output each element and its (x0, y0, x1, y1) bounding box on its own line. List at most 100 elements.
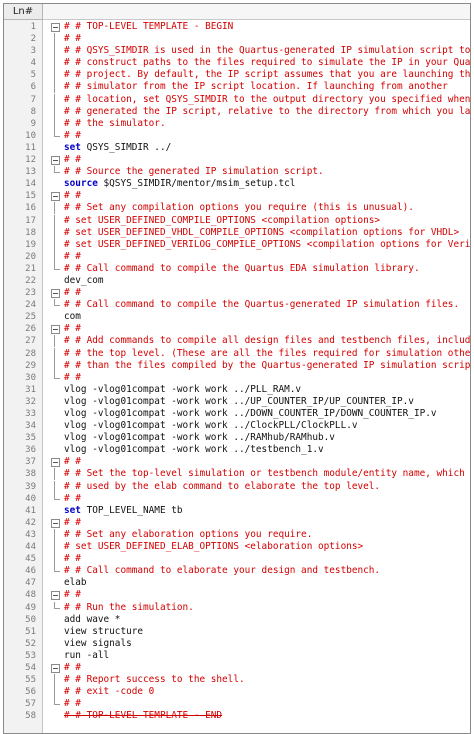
code-line[interactable]: 43 # # Set any elaboration options you re… (4, 528, 470, 541)
code-line[interactable]: 56 # # exit -code 0 (4, 686, 470, 699)
code-line[interactable]: 26 # # (4, 323, 470, 335)
fold-empty (49, 178, 61, 190)
code-line[interactable]: 39 # # used by the elab command to elabor… (4, 480, 470, 493)
code-text: # # location, set QSYS_SIMDIR to the out… (64, 93, 471, 105)
fold-line-icon (49, 686, 61, 699)
code-line[interactable]: 16 # # Set any compilation options you re… (4, 202, 470, 215)
code-text: # # generated the IP script, relative to… (64, 105, 471, 117)
code-line[interactable]: 55 # # Report success to the shell. (4, 674, 470, 687)
line-number: 51 (25, 626, 36, 637)
fold-line-icon (49, 202, 61, 215)
fold-empty (49, 614, 61, 626)
code-text: # # construct paths to the files require… (64, 57, 471, 69)
code-line[interactable]: 1 # # TOP-LEVEL TEMPLATE - BEGIN (4, 21, 470, 33)
line-number: 15 (25, 191, 36, 202)
code-line[interactable]: 52 view signals (4, 638, 470, 650)
code-line[interactable]: 10 # # (4, 129, 470, 142)
code-text: # # Report success to the shell. (64, 674, 245, 686)
code-text: # # (64, 190, 81, 202)
code-line[interactable]: 9 # # the simulator. (4, 117, 470, 130)
code-line[interactable]: 32 vlog -vlog01compat -work work ../UP_CO… (4, 396, 470, 408)
line-number: 31 (25, 384, 36, 395)
code-line[interactable]: 12 # # (4, 154, 470, 166)
code-line[interactable]: 40 # # (4, 492, 470, 505)
fold-toggle-icon[interactable] (49, 323, 61, 335)
code-line[interactable]: 41 set TOP_LEVEL_NAME tb (4, 505, 470, 517)
code-line[interactable]: 35 vlog -vlog01compat -work work ../RAMhu… (4, 432, 470, 444)
line-number: 34 (25, 421, 36, 432)
code-text: # # (64, 492, 81, 504)
fold-toggle-icon[interactable] (49, 517, 61, 529)
code-line[interactable]: 14 source $QSYS_SIMDIR/mentor/msim_setup.… (4, 178, 470, 190)
code-line[interactable]: 25 com (4, 311, 470, 323)
code-line[interactable]: 4 # # construct paths to the files requir… (4, 57, 471, 70)
fold-empty (49, 505, 61, 517)
code-text: # # (64, 516, 81, 528)
code-line[interactable]: 48 # # (4, 589, 470, 601)
fold-toggle-icon[interactable] (49, 287, 61, 299)
fold-toggle-icon[interactable] (49, 662, 61, 674)
code-line[interactable]: 51 view structure (4, 626, 470, 638)
code-line[interactable]: 27 # # Add commands to compile all design… (4, 335, 470, 348)
code-line[interactable]: 50 add wave * (4, 614, 470, 626)
code-line[interactable]: 29 # # than the files compiled by the Qua… (4, 359, 470, 372)
code-line[interactable]: 37 # # (4, 456, 470, 468)
code-line[interactable]: 17 # set USER_DEFINED_COMPILE_OPTIONS <co… (4, 214, 470, 227)
code-line[interactable]: 8 # # generated the IP script, relative t… (4, 105, 471, 118)
code-text: set QSYS_SIMDIR ../ (64, 142, 171, 154)
line-number: 42 (25, 517, 36, 528)
code-line[interactable]: 54 # # (4, 662, 470, 674)
code-line[interactable]: 46 # # Call command to elaborate your des… (4, 565, 470, 577)
code-line[interactable]: 45 # # (4, 553, 470, 566)
code-line[interactable]: 19 # set USER_DEFINED_VERILOG_COMPILE_OPT… (4, 238, 470, 251)
code-line[interactable]: 22 dev_com (4, 275, 470, 287)
code-line[interactable]: 6 # # simulator from the IP script locati… (4, 81, 470, 94)
code-line[interactable]: 5 # # project. By default, the IP script … (4, 69, 470, 82)
code-line[interactable]: 38 # # Set the top-level simulation or te… (4, 468, 470, 481)
fold-toggle-icon[interactable] (49, 589, 61, 601)
fold-toggle-icon[interactable] (49, 456, 61, 468)
code-line[interactable]: 15 # # (4, 190, 470, 202)
line-number: 28 (25, 348, 36, 359)
code-lines[interactable]: 1 # # TOP-LEVEL TEMPLATE - BEGIN 2 # # 3 # # … (4, 21, 470, 722)
fold-toggle-icon[interactable] (49, 21, 61, 33)
code-line[interactable]: 7 # # location, set QSYS_SIMDIR to the ou… (4, 93, 471, 106)
line-number: 36 (25, 445, 36, 456)
line-number: 11 (25, 142, 36, 153)
code-text: # set USER_DEFINED_ELAB_OPTIONS <elabora… (64, 541, 364, 553)
code-line[interactable]: 2 # # (4, 33, 470, 46)
line-number: 21 (25, 263, 36, 274)
code-line[interactable]: 49 # # Run the simulation. (4, 601, 470, 614)
code-line[interactable]: 21 # # Call command to compile the Quartu… (4, 262, 470, 275)
code-line[interactable]: 57 # # (4, 698, 470, 710)
code-line[interactable]: 18 # set USER_DEFINED_VHDL_COMPILE_OPTION… (4, 226, 470, 239)
code-line[interactable]: 44 # set USER_DEFINED_ELAB_OPTIONS <elabo… (4, 541, 470, 554)
code-keyword: set (64, 504, 81, 516)
code-text: # # (64, 553, 81, 565)
code-line[interactable]: 20 # # (4, 250, 470, 263)
line-number: 9 (30, 118, 36, 129)
code-line[interactable]: 3 # # QSYS_SIMDIR is used in the Quartus-… (4, 45, 470, 58)
code-line[interactable]: 36 vlog -vlog01compat -work work ../testb… (4, 444, 470, 456)
code-line[interactable]: 58 # # TOP-LEVEL TEMPLATE - END (4, 710, 470, 722)
code-line[interactable]: 31 vlog -vlog01compat -work work ../PLL_R… (4, 384, 470, 396)
code-text: vlog -vlog01compat -work work ../RAMhub/… (64, 432, 335, 444)
fold-toggle-icon[interactable] (49, 190, 61, 202)
fold-toggle-icon[interactable] (49, 154, 61, 166)
code-editor[interactable]: Ln# 1 # # TOP-LEVEL TEMPLATE - BEGIN 2 # #3… (3, 3, 471, 734)
code-line[interactable]: 30 # # (4, 371, 470, 384)
code-line[interactable]: 34 vlog -vlog01compat -work work ../Clock… (4, 420, 470, 432)
fold-line-icon (49, 541, 61, 554)
code-line[interactable]: 28 # # the top level. (These are all the … (4, 347, 470, 360)
code-line[interactable]: 47 elab (4, 577, 470, 589)
code-line[interactable]: 13 # # Source the generated IP simulation… (4, 166, 470, 178)
code-line[interactable]: 23 # # (4, 287, 470, 299)
code-line[interactable]: 42 # # (4, 517, 470, 529)
fold-end-icon (49, 262, 61, 275)
fold-empty (49, 432, 61, 444)
code-line[interactable]: 11 set QSYS_SIMDIR ../ (4, 142, 470, 154)
code-line[interactable]: 53 run -all (4, 650, 470, 662)
code-line[interactable]: 24 # # Call command to compile the Quartu… (4, 299, 470, 311)
line-number: 1 (30, 22, 36, 32)
code-line[interactable]: 33 vlog -vlog01compat -work work ../DOWN_… (4, 408, 470, 420)
